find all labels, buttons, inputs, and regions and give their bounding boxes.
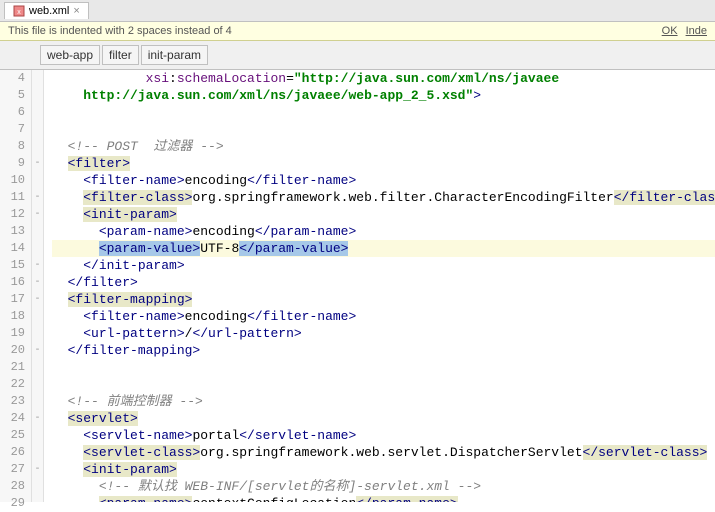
crumb-2[interactable]: init-param: [141, 45, 208, 65]
svg-text:x: x: [17, 9, 21, 16]
tab-bar: x web.xml ×: [0, 0, 715, 22]
xml-file-icon: x: [13, 5, 25, 17]
notice-ok-link[interactable]: OK: [662, 25, 678, 37]
indentation-notice: This file is indented with 2 spaces inst…: [0, 22, 715, 41]
notice-indent-link[interactable]: Inde: [686, 25, 707, 37]
crumb-0[interactable]: web-app: [40, 45, 100, 65]
tab-filename: web.xml: [29, 5, 69, 17]
file-tab[interactable]: x web.xml ×: [4, 2, 89, 19]
fold-column: ---------: [32, 70, 44, 502]
notice-text: This file is indented with 2 spaces inst…: [8, 25, 232, 37]
crumb-1[interactable]: filter: [102, 45, 139, 65]
code-area[interactable]: xsi:schemaLocation="http://java.sun.com/…: [44, 70, 715, 502]
breadcrumb: web-app filter init-param: [0, 41, 715, 70]
line-numbers: 4567891011121314151617181920212223242526…: [0, 70, 32, 502]
close-icon[interactable]: ×: [73, 5, 79, 17]
editor: 4567891011121314151617181920212223242526…: [0, 70, 715, 502]
